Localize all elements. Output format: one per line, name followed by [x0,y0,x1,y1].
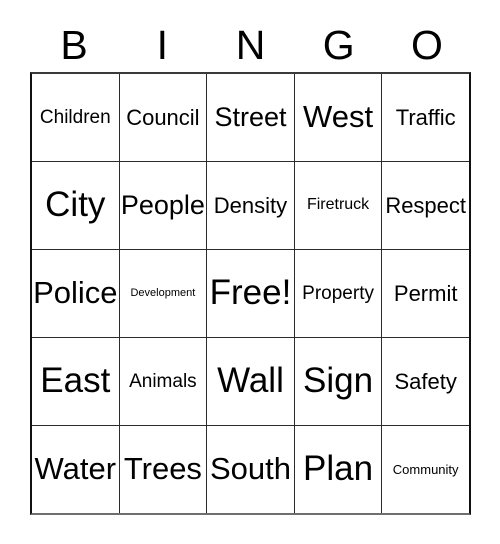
bingo-cell-i1[interactable]: Council [118,74,207,161]
bingo-cell-label: East [40,361,111,401]
bingo-cell-g1[interactable]: West [293,74,382,161]
bingo-cell-label: Trees [123,451,202,487]
bingo-cell-label: Community [392,461,459,477]
bingo-cell-i5[interactable]: Trees [118,426,207,513]
bingo-cell-label: Firetruck [306,196,370,214]
bingo-cell-label: Plan [303,449,374,489]
bingo-cell-label: Animals [129,370,197,392]
bingo-cell-label: Sign [303,361,374,401]
free-space-label: Free! [209,273,292,313]
bingo-cell-n5[interactable]: South [206,426,294,513]
bingo-cell-b2[interactable]: City [32,162,119,249]
bingo-row: Children Council Street West Traffic [32,74,469,161]
bingo-cell-n2[interactable]: Density [206,162,294,249]
bingo-header: B I N G O [30,18,471,72]
bingo-cell-g4[interactable]: Sign [293,338,382,425]
header-letter-i: I [118,18,206,72]
bingo-cell-g5[interactable]: Plan [293,426,382,513]
header-letter-b: B [30,18,118,72]
bingo-cell-b3[interactable]: Police [32,250,119,337]
bingo-cell-b5[interactable]: Water [32,426,119,513]
header-letter-n: N [206,18,294,72]
bingo-cell-label: West [303,99,374,135]
bingo-row: City People Density Firetruck Respect [32,161,469,249]
bingo-card: B I N G O Children Council Street West T… [0,0,500,544]
header-letter-g-text: G [322,21,355,68]
bingo-cell-o2[interactable]: Respect [381,162,469,249]
bingo-cell-label: Respect [385,192,467,218]
bingo-cell-label: Density [213,192,288,218]
header-letter-o: O [383,18,471,72]
bingo-cell-b4[interactable]: East [32,338,119,425]
header-letter-n-text: N [235,21,266,68]
bingo-row: Water Trees South Plan Community [32,425,469,513]
header-letter-b-text: B [60,21,88,68]
bingo-cell-i4[interactable]: Animals [118,338,207,425]
bingo-cell-label: Traffic [395,104,456,130]
bingo-cell-label: Water [34,451,117,487]
header-letter-o-text: O [410,21,443,68]
bingo-row: Police Development Free! Property Permit [32,249,469,337]
bingo-cell-label: Council [126,104,200,130]
bingo-cell-free-space[interactable]: Free! [206,250,294,337]
bingo-cell-g3[interactable]: Property [293,250,382,337]
header-letter-i-text: I [156,21,168,68]
bingo-cell-o1[interactable]: Traffic [381,74,469,161]
bingo-cell-label: Children [39,106,111,128]
bingo-cell-o5[interactable]: Community [381,426,469,513]
bingo-cell-label: Permit [393,280,458,306]
bingo-cell-b1[interactable]: Children [32,74,119,161]
bingo-cell-n1[interactable]: Street [206,74,294,161]
bingo-grid: Children Council Street West Traffic Cit… [30,72,471,515]
header-letter-g: G [295,18,383,72]
bingo-cell-o4[interactable]: Safety [381,338,469,425]
bingo-cell-o3[interactable]: Permit [381,250,469,337]
bingo-cell-n4[interactable]: Wall [206,338,294,425]
bingo-cell-label: Police [33,275,118,311]
bingo-cell-g2[interactable]: Firetruck [293,162,382,249]
bingo-cell-i2[interactable]: People [118,162,207,249]
bingo-cell-label: Street [214,102,287,133]
bingo-cell-label: Safety [394,368,457,394]
bingo-cell-label: South [209,451,291,487]
bingo-cell-label: City [45,185,106,225]
bingo-cell-label: Property [302,282,374,304]
bingo-cell-label: Development [130,286,196,299]
bingo-cell-label: Wall [217,361,284,401]
bingo-cell-i3[interactable]: Development [118,250,207,337]
bingo-row: East Animals Wall Sign Safety [32,337,469,425]
bingo-cell-label: People [120,190,205,221]
